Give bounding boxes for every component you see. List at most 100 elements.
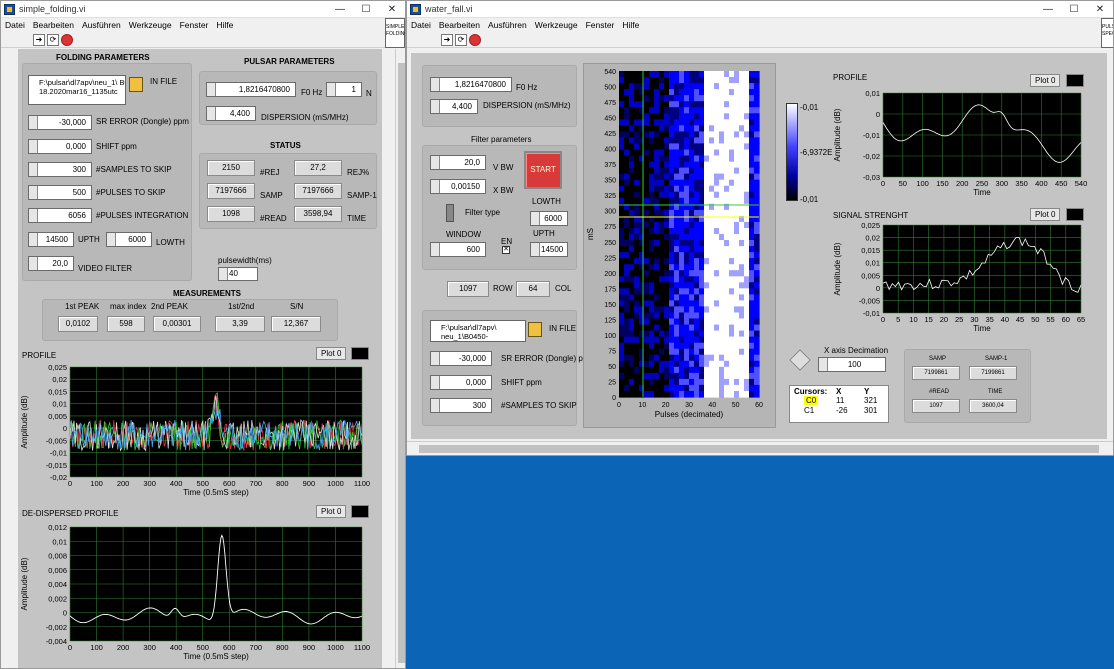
lowth-input[interactable]: 6000: [530, 211, 568, 226]
sr-error-input[interactable]: -30,000: [28, 115, 92, 130]
pulses-integration-label: #PULSES INTEGRATION: [96, 211, 189, 220]
menu-datei[interactable]: Datei: [411, 20, 431, 30]
minimize-button[interactable]: —: [327, 4, 353, 15]
maximize-button[interactable]: ☐: [353, 4, 379, 15]
waterfall-cell: [649, 354, 655, 362]
waterfall-cell: [684, 240, 690, 247]
waterfall-cell: [669, 258, 675, 265]
xdec-input[interactable]: 100: [818, 357, 886, 372]
pulsewidth-input[interactable]: 40: [218, 267, 258, 281]
run-arrow-icon[interactable]: ➜: [33, 33, 45, 46]
waterfall-cell: [634, 221, 640, 229]
pulses-skip-input[interactable]: 500: [28, 185, 92, 200]
graph-palette-icon[interactable]: [789, 349, 811, 371]
f0-input[interactable]: 1,8216470800: [430, 77, 512, 92]
waterfall-cell: [749, 101, 755, 108]
dedispersed-plot-legend[interactable]: Plot 0: [316, 505, 347, 518]
in-file-path[interactable]: F:\pulsar\dl7apv\neu_1\ B0450- 18.2020ma…: [28, 75, 126, 105]
in-file-path[interactable]: F:\pulsar\dl7apv\ neu_1\B0450-: [430, 320, 526, 342]
waterfall-cell: [719, 282, 725, 289]
waterfall-cell: [679, 378, 685, 386]
dispersion-input[interactable]: 4,400: [430, 99, 478, 114]
maximize-button[interactable]: ☐: [1061, 4, 1087, 15]
menu-hilfe[interactable]: Hilfe: [622, 20, 639, 30]
waterfall-cell: [754, 294, 760, 301]
abort-icon[interactable]: [61, 33, 73, 46]
run-continuous-icon[interactable]: ⟳: [47, 33, 59, 46]
scroll-thumb[interactable]: [398, 63, 405, 663]
sr-error-input[interactable]: -30,000: [430, 351, 492, 366]
waterfall-cell: [639, 77, 645, 84]
close-button[interactable]: ✕: [1087, 4, 1113, 15]
x-tick-label: 10: [638, 402, 646, 409]
waterfall-cell: [714, 173, 720, 181]
horizontal-scrollbar[interactable]: [407, 441, 1113, 455]
waterfall-cell: [739, 95, 745, 102]
menu-werkzeuge[interactable]: Werkzeuge: [535, 20, 578, 30]
menu-fenster[interactable]: Fenster: [180, 20, 209, 30]
run-continuous-icon[interactable]: ⟳: [455, 33, 467, 46]
shift-input[interactable]: 0,000: [430, 375, 492, 390]
waterfall-cell: [654, 161, 660, 169]
waterfall-cell: [754, 89, 760, 96]
browse-folder-icon[interactable]: [129, 77, 143, 92]
xbw-input[interactable]: 0,00150: [430, 179, 486, 194]
start-button[interactable]: START: [524, 151, 562, 189]
y-tick-label: 0,015: [48, 387, 67, 396]
window-input[interactable]: 600: [430, 242, 486, 257]
video-filter-input[interactable]: 20,0: [28, 256, 74, 271]
cursor-table[interactable]: Cursors: X Y C0 11 321 C1 -26 301: [789, 385, 889, 423]
upth-input[interactable]: 14500: [530, 242, 568, 257]
menu-fenster[interactable]: Fenster: [586, 20, 615, 30]
waterfall-cell: [624, 83, 630, 90]
waterfall-cell: [749, 306, 755, 313]
minimize-button[interactable]: —: [1035, 4, 1061, 15]
waterfall-cell: [624, 372, 630, 380]
title-bar[interactable]: simple_folding.vi — ☐ ✕: [1, 1, 405, 18]
waterfall-cell: [699, 167, 705, 175]
waterfall-cell: [659, 143, 665, 150]
waterfall-cell: [664, 167, 670, 175]
title-bar[interactable]: water_fall.vi — ☐ ✕: [407, 1, 1113, 18]
profile-plot-legend[interactable]: Plot 0: [316, 347, 347, 360]
close-button[interactable]: ✕: [379, 4, 405, 15]
lowth-input[interactable]: 6000: [106, 232, 152, 247]
menu-ausfuehren[interactable]: Ausführen: [82, 20, 121, 30]
run-arrow-icon[interactable]: ➜: [441, 33, 453, 46]
filter-type-slider[interactable]: [446, 204, 454, 222]
n-input[interactable]: 1: [326, 82, 362, 97]
vbw-input[interactable]: 20,0: [430, 155, 486, 170]
samples-skip-input[interactable]: 300: [28, 162, 92, 177]
x-tick-label: 50: [732, 402, 740, 409]
upth-input[interactable]: 14500: [28, 232, 74, 247]
menu-hilfe[interactable]: Hilfe: [216, 20, 233, 30]
scroll-thumb[interactable]: [419, 445, 1099, 453]
shift-input[interactable]: 0,000: [28, 139, 92, 154]
waterfall-cell: [714, 240, 720, 247]
cursor-c0[interactable]: C0: [804, 396, 819, 405]
menu-bearbeiten[interactable]: Bearbeiten: [439, 20, 480, 30]
pulses-integration-input[interactable]: 6056: [28, 208, 92, 223]
dispersion-input[interactable]: 4,400: [206, 106, 256, 121]
waterfall-cell: [659, 288, 665, 295]
waterfall-cell: [634, 360, 640, 368]
waterfall-cell: [704, 161, 710, 169]
cursor-c1[interactable]: C1: [804, 406, 814, 415]
menu-werkzeuge[interactable]: Werkzeuge: [129, 20, 172, 30]
menu-ausfuehren[interactable]: Ausführen: [488, 20, 527, 30]
en-checkbox[interactable]: ✕: [502, 246, 510, 254]
menu-datei[interactable]: Datei: [5, 20, 25, 30]
vertical-scrollbar[interactable]: [395, 49, 405, 668]
f0-input[interactable]: 1,8216470800: [206, 82, 296, 97]
browse-folder-icon[interactable]: [528, 322, 542, 337]
samples-skip-input[interactable]: 300: [430, 398, 492, 413]
waterfall-cell: [754, 240, 760, 247]
waterfall-cell: [684, 306, 690, 313]
waterfall-cell: [644, 185, 650, 193]
menu-bearbeiten[interactable]: Bearbeiten: [33, 20, 74, 30]
waterfall-cell: [744, 77, 750, 84]
waterfall-cell: [744, 246, 750, 253]
abort-icon[interactable]: [469, 33, 481, 46]
waterfall-cell: [634, 354, 640, 362]
waterfall-cell: [739, 119, 745, 126]
